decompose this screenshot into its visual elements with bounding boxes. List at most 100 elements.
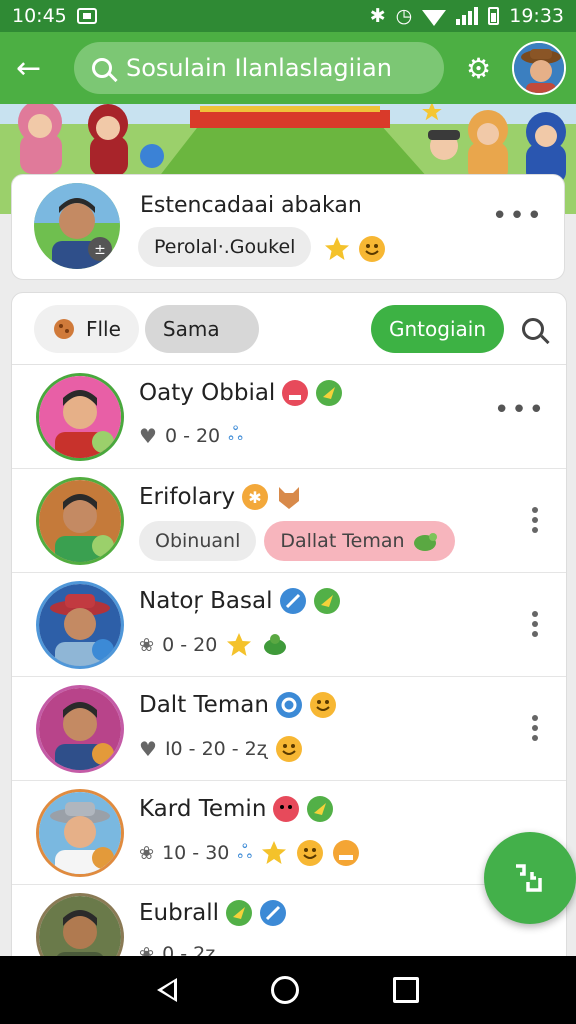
contact-avatar: [36, 373, 124, 461]
contact-avatar: [36, 581, 124, 669]
red-face-icon: [272, 795, 300, 823]
heart-icon: ♥: [139, 423, 157, 448]
blue-badge-icon: [279, 587, 307, 615]
list-item[interactable]: Kard Temin ❀ 10 - 30 ஃ: [12, 781, 566, 885]
contact-name-text: Natoŗ Basal: [139, 588, 273, 614]
more-vertical-icon[interactable]: [532, 715, 538, 745]
more-vertical-icon[interactable]: [532, 507, 538, 537]
contact-name-text: Eubrall: [139, 900, 220, 926]
contact-name: Erifolary ✱: [139, 483, 303, 511]
heart-icon: ♥: [139, 737, 157, 761]
contact-avatar: [36, 477, 124, 565]
filter-sama-chip[interactable]: Sama: [144, 304, 259, 353]
paw-icon: ❀: [139, 842, 155, 864]
contact-name: Oaty Obbial: [139, 379, 343, 407]
action-button[interactable]: Gntogiain: [371, 304, 504, 353]
action-button-label: Gntogiain: [389, 316, 486, 341]
more-options-icon[interactable]: •••: [492, 201, 544, 231]
blue-badge-icon: [259, 899, 287, 927]
star-icon: [225, 631, 253, 659]
sparkle-badge-icon: ✱: [241, 483, 269, 511]
leaf-badge-icon: [313, 587, 341, 615]
tag-chip-highlight-text: Dallat Teman: [280, 530, 405, 552]
contact-name-text: Dalt Teman: [139, 692, 269, 718]
expand-icon: [516, 864, 542, 892]
contact-name-text: Oaty Obbial: [139, 380, 276, 406]
nav-recents-icon[interactable]: [393, 977, 419, 1003]
nav-back-icon[interactable]: [157, 978, 177, 1002]
profile-card[interactable]: ± Estencadaai abakan Perolal·.Goukel •••: [11, 174, 565, 280]
contact-meta-text: 0 - 20: [164, 424, 221, 447]
list-item[interactable]: Natoŗ Basal ❀ 0 - 20: [12, 573, 566, 677]
list-item[interactable]: Dalt Teman ♥ I0 - 20 - 2ʐ: [12, 677, 566, 781]
search-icon[interactable]: [522, 317, 544, 340]
filter-sama-label: Sama: [162, 316, 220, 341]
contact-meta-text: 10 - 30: [162, 842, 230, 864]
contact-name: Dalt Teman: [139, 691, 337, 719]
more-options-icon[interactable]: •••: [494, 395, 546, 425]
battery-icon: [488, 7, 500, 25]
contact-meta: ♥ 0 - 20 ஃ: [139, 423, 243, 448]
tag-chip[interactable]: Obinuanl: [139, 521, 257, 561]
grimace-icon: [332, 839, 360, 867]
paw-icon: ❀: [139, 634, 155, 656]
svg-text:✱: ✱: [248, 488, 261, 507]
contact-meta-text: 0 - 20: [162, 634, 218, 656]
smile-icon: [358, 235, 386, 263]
cookie-icon: [52, 317, 76, 341]
list-item[interactable]: Erifolary ✱ Obinuanl Dallat Teman: [12, 469, 566, 573]
leaf-badge-icon: [306, 795, 334, 823]
contact-name-text: Erifolary: [139, 484, 236, 510]
profile-status-chip[interactable]: Perolal·.Goukel: [138, 227, 386, 267]
contact-meta: ❀ 10 - 30 ஃ: [139, 839, 360, 867]
angry-face-icon: [281, 379, 309, 407]
tag-chip-highlight[interactable]: Dallat Teman: [264, 521, 455, 561]
search-icon: [92, 58, 112, 78]
gear-icon[interactable]: ⚙: [466, 52, 491, 85]
smile-icon: [275, 735, 303, 763]
profile-avatar[interactable]: ±: [34, 183, 120, 269]
contact-meta-text: I0 - 20 - 2ʐ: [164, 738, 267, 760]
nav-home-icon[interactable]: [271, 976, 299, 1004]
contact-name: Natoŗ Basal: [139, 587, 341, 615]
status-chip: Perolal·.Goukel: [138, 227, 312, 267]
bubbles-icon: ஃ: [228, 423, 244, 445]
search-bar[interactable]: Sosulain Ilanlaslagiian: [74, 42, 444, 94]
contact-name: Eubrall: [139, 899, 287, 927]
notification-icon: [76, 8, 97, 24]
app-bar: ← Sosulain Ilanlaslagiian ⚙: [0, 32, 576, 104]
leaf-badge-icon: [315, 379, 343, 407]
wifi-icon: [422, 10, 447, 26]
status-bar: 10:45 ✱ ◷ 19:33: [0, 0, 576, 32]
fox-icon: [275, 483, 303, 511]
star-icon: [323, 235, 351, 263]
svg-text:±: ±: [94, 242, 106, 258]
smile-icon: [296, 839, 324, 867]
profile-name: Estencadaai abakan: [140, 193, 362, 218]
more-vertical-icon[interactable]: [532, 611, 538, 641]
avatar[interactable]: [512, 41, 566, 95]
leaf-badge-icon: [225, 899, 253, 927]
filter-file-label: Flle: [86, 316, 121, 341]
floating-action-button[interactable]: [484, 832, 576, 924]
contact-name: Kard Temin: [139, 795, 334, 823]
list-item[interactable]: Oaty Obbial ♥ 0 - 20 ஃ •••: [12, 365, 566, 469]
contact-meta: ♥ I0 - 20 - 2ʐ: [139, 735, 303, 763]
search-text: Sosulain Ilanlaslagiian: [126, 54, 392, 82]
filter-file-chip[interactable]: Flle: [34, 304, 139, 353]
back-arrow-icon[interactable]: ←: [16, 51, 60, 86]
contact-chips: Obinuanl Dallat Teman: [139, 521, 455, 561]
bluetooth-icon: ✱: [369, 5, 386, 27]
contact-name-text: Kard Temin: [139, 796, 267, 822]
filter-bar: Flle Sama Gntogiain: [12, 293, 566, 365]
system-nav-bar: [0, 956, 576, 1024]
bubbles-icon: ஃ: [237, 840, 253, 863]
alarm-icon: ◷: [395, 5, 413, 27]
signal-icon: [456, 7, 479, 25]
turtle-icon: [411, 527, 439, 555]
turtle-icon: [261, 631, 289, 659]
contact-avatar: [36, 789, 124, 877]
smile-icon: [309, 691, 337, 719]
status-time: 10:45: [12, 5, 67, 27]
contact-avatar: [36, 685, 124, 773]
